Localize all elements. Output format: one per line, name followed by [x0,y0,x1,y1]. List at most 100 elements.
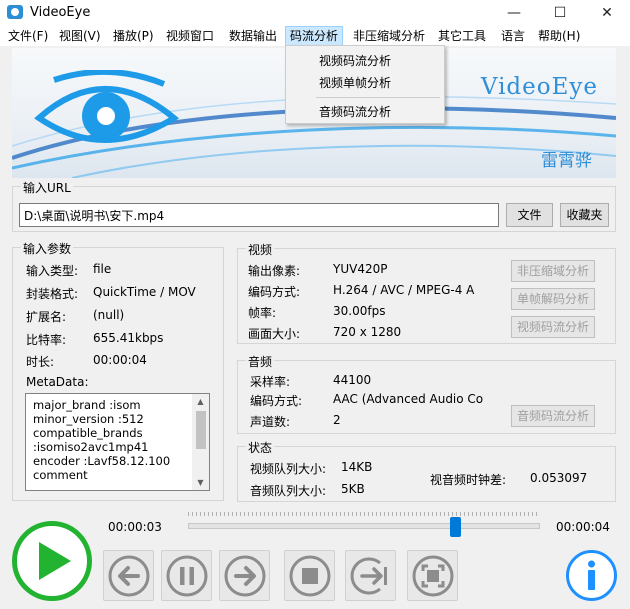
current-time: 00:00:03 [108,520,162,534]
video-codec-label: 编码方式: [248,285,301,299]
pause-icon [166,555,208,597]
metadata-scrollbar[interactable]: ▲ ▼ [192,394,209,490]
menu-play[interactable]: 播放(P) [109,26,158,46]
metadata-line: minor_version :512 [33,412,144,426]
seek-slider-track[interactable] [188,523,540,529]
av-diff-label: 视音频时钟差: [430,473,507,487]
title-bar: VideoEye — ☐ ✕ [0,0,630,26]
skip-end-icon [350,557,387,595]
menu-video-stream-analysis[interactable]: 视频码流分析 [319,52,391,69]
stream-analysis-dropdown: 视频码流分析 视频单帧分析 音频码流分析 [285,45,445,124]
stop-icon [289,555,331,597]
audio-title: 音频 [246,353,275,370]
fullscreen-button[interactable] [407,550,458,601]
input-params-title: 输入参数 [21,240,74,257]
extension-value: (null) [93,308,125,322]
scroll-up-icon[interactable]: ▲ [192,397,209,406]
frame-decode-analysis-button[interactable]: 单帧解码分析 [511,288,595,310]
channels-label: 声道数: [250,415,291,429]
pixel-format-label: 输出像素: [248,264,301,278]
total-time: 00:00:04 [556,520,610,534]
menu-data-output[interactable]: 数据输出 [225,26,281,46]
pixel-format-value: YUV420P [333,262,388,276]
metadata-textarea[interactable]: major_brand :isom minor_version :512 com… [25,393,210,491]
framerate-label: 帧率: [248,306,277,320]
menu-separator [316,97,440,98]
favorites-button[interactable]: 收藏夹 [560,203,609,227]
samplerate-label: 采样率: [250,375,291,389]
bitrate-value: 655.41kbps [93,331,164,345]
menu-audio-stream-analysis[interactable]: 音频码流分析 [319,103,391,120]
seek-ticks [188,512,540,516]
menu-file[interactable]: 文件(F) [4,26,52,46]
extension-label: 扩展名: [26,310,67,324]
file-button[interactable]: 文件 [506,203,553,227]
menu-video-window[interactable]: 视频窗口 [162,26,218,46]
menu-help[interactable]: 帮助(H) [534,26,584,46]
url-input[interactable]: D:\桌面\说明书\安下.mp4 [19,203,499,227]
window-title: VideoEye [30,5,91,20]
scroll-thumb[interactable] [196,411,206,449]
channels-value: 2 [333,413,341,427]
av-diff-value: 0.053097 [530,471,588,485]
stop-button[interactable] [284,550,335,601]
metadata-label: MetaData: [26,375,89,389]
metadata-line: compatible_brands [33,426,143,440]
video-codec-value: H.264 / AVC / MPEG-4 A [333,283,475,297]
format-label: 封装格式: [26,287,79,301]
eye-logo-icon [34,70,180,143]
banner-author: 雷霄骅 [541,151,592,171]
seek-slider-thumb[interactable] [450,517,461,537]
metadata-line: comment [33,468,88,482]
audio-queue-label: 音频队列大小: [250,484,327,498]
metadata-line: major_brand :isom [33,398,141,412]
menu-video-frame-analysis[interactable]: 视频单帧分析 [319,74,391,91]
audio-codec-value: AAC (Advanced Audio Co [333,392,484,406]
play-button[interactable] [12,521,92,601]
input-type-label: 输入类型: [26,264,79,278]
fullscreen-icon [412,555,454,597]
menu-uncompressed-analysis[interactable]: 非压缩域分析 [349,26,429,46]
duration-value: 00:00:04 [93,353,147,367]
menu-bar: 文件(F) 视图(V) 播放(P) 视频窗口 数据输出 码流分析 非压缩域分析 … [0,26,630,46]
banner-title: VideoEye [480,74,598,100]
video-queue-label: 视频队列大小: [250,462,327,476]
maximize-button[interactable]: ☐ [537,0,583,26]
resolution-value: 720 x 1280 [333,325,402,339]
metadata-line: encoder :Lavf58.12.100 [33,454,171,468]
menu-language[interactable]: 语言 [497,26,529,46]
app-icon [7,5,23,19]
menu-stream-analysis[interactable]: 码流分析 [285,26,344,46]
samplerate-value: 44100 [333,373,372,387]
arrow-left-icon [108,555,150,597]
menu-view[interactable]: 视图(V) [55,26,105,46]
previous-button[interactable] [103,550,154,601]
close-button[interactable]: ✕ [584,0,630,26]
minimize-button[interactable]: — [491,0,537,26]
arrow-right-icon [224,555,266,597]
audio-stream-analysis-button[interactable]: 音频码流分析 [511,405,595,427]
input-url-title: 输入URL [21,179,73,196]
duration-label: 时长: [26,355,55,369]
info-button[interactable] [566,550,617,601]
format-value: QuickTime / MOV [93,285,196,299]
next-button[interactable] [219,550,270,601]
scroll-down-icon[interactable]: ▼ [192,478,209,487]
skip-end-button[interactable] [345,550,396,601]
video-stream-analysis-button[interactable]: 视频码流分析 [511,316,595,338]
info-icon [588,560,595,590]
play-icon [39,542,71,580]
resolution-label: 画面大小: [248,327,301,341]
input-type-value: file [93,262,112,276]
framerate-value: 30.00fps [333,304,386,318]
uncompressed-analysis-button[interactable]: 非压缩域分析 [511,260,595,282]
metadata-line: :isomiso2avc1mp41 [33,440,149,454]
menu-other-tools[interactable]: 其它工具 [434,26,490,46]
video-queue-value: 14KB [341,460,373,474]
video-title: 视频 [246,241,275,258]
status-title: 状态 [246,439,275,456]
audio-queue-value: 5KB [341,482,365,496]
audio-codec-label: 编码方式: [250,394,303,408]
bitrate-label: 比特率: [26,333,67,347]
pause-button[interactable] [161,550,212,601]
